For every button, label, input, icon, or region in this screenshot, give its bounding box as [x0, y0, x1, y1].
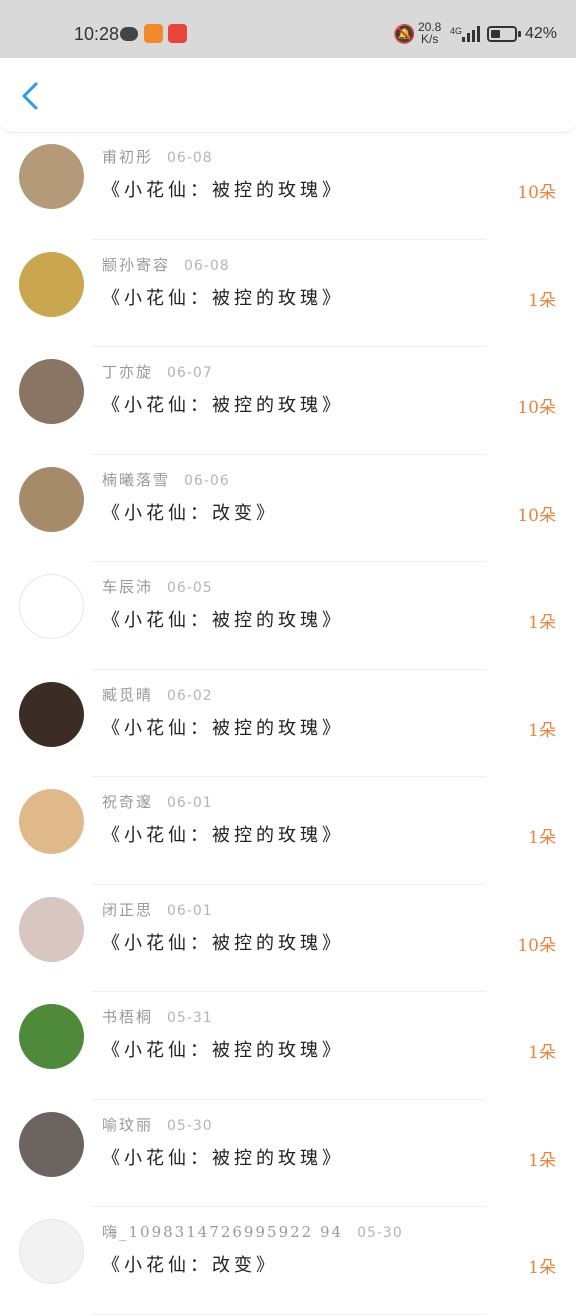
list-item[interactable]: 书梧桐 05-31 《小花仙：被控的玫瑰》 1朵	[0, 992, 576, 1100]
nav-header	[0, 58, 576, 133]
gift-date: 06-02	[167, 687, 213, 704]
status-time: 10:28	[74, 24, 120, 44]
mute-bell-icon: 🔕	[393, 24, 416, 44]
user-name-text: 喻玟丽	[102, 1115, 154, 1134]
signal-icon	[462, 26, 480, 42]
user-name: 喻玟丽 05-30	[102, 1114, 213, 1135]
avatar[interactable]	[19, 144, 84, 209]
avatar[interactable]	[19, 1219, 84, 1284]
list-item[interactable]: 嗨_1098314726995922 94 05-30 《小花仙：改变》 1朵	[0, 1207, 576, 1315]
book-title: 《小花仙：被控的玫瑰》	[102, 395, 344, 416]
user-name-text: 臧觅晴	[102, 685, 154, 704]
gift-date: 05-30	[357, 1225, 403, 1241]
avatar[interactable]	[19, 681, 84, 747]
status-bar: 10:28 🔕 20.8 K/s 4G 42%	[0, 0, 576, 58]
chat-bubble-icon	[120, 27, 138, 41]
list-item[interactable]: 臧觅晴 06-02 《小花仙：被控的玫瑰》 1朵	[0, 670, 576, 777]
book-title: 《小花仙：被控的玫瑰》	[102, 932, 344, 954]
avatar[interactable]	[19, 251, 84, 317]
gift-date: 05-30	[167, 1117, 213, 1134]
gift-date: 05-31	[167, 1010, 213, 1026]
user-name-text: 楠曦落雪	[102, 470, 171, 489]
flower-count: 10朵	[517, 505, 556, 526]
battery-fill	[491, 30, 501, 38]
list-item[interactable]: 车辰沛 06-05 《小花仙：被控的玫瑰》 1朵	[0, 562, 576, 670]
avatar[interactable]	[19, 574, 84, 639]
network-speed: 20.8 K/s	[418, 21, 441, 45]
user-name: 颛孙寄容 06-08	[102, 254, 230, 275]
gift-date: 06-08	[184, 257, 230, 274]
book-title: 《小花仙：被控的玫瑰》	[102, 1040, 344, 1061]
gift-date: 06-06	[184, 472, 230, 489]
gift-date: 06-05	[167, 580, 213, 596]
avatar[interactable]	[19, 1111, 84, 1177]
book-title: 《小花仙：被控的玫瑰》	[102, 825, 344, 846]
book-title: 《小花仙：被控的玫瑰》	[102, 180, 344, 201]
user-name: 丁亦旋 06-07	[102, 361, 213, 382]
user-name: 闭正思 06-01	[102, 899, 213, 920]
video-app-icon	[144, 24, 163, 43]
user-name: 臧觅晴 06-02	[102, 684, 213, 705]
user-name-text: 车辰沛	[102, 578, 154, 596]
flower-count: 1朵	[528, 1150, 556, 1171]
user-name: 甫初彤 06-08	[102, 146, 213, 167]
gift-record-list: 甫初彤 06-08 《小花仙：被控的玫瑰》 10朵 颛孙寄容 06-08 《小花仙：被控的玫…	[0, 132, 576, 1315]
flower-count: 1朵	[528, 290, 556, 311]
back-button[interactable]	[14, 76, 50, 116]
battery-tip	[518, 31, 521, 37]
gift-date: 06-07	[167, 365, 213, 381]
user-name-text: 嗨_1098314726995922 94	[102, 1223, 344, 1241]
avatar[interactable]	[19, 896, 84, 962]
list-item[interactable]: 祝奇邃 06-01 《小花仙：被控的玫瑰》 1朵	[0, 777, 576, 885]
list-item[interactable]: 楠曦落雪 06-06 《小花仙：改变》 10朵	[0, 455, 576, 562]
flower-count: 10朵	[517, 183, 556, 203]
user-name-text: 书梧桐	[102, 1008, 154, 1026]
flower-count: 1朵	[528, 613, 556, 633]
user-name: 书梧桐 05-31	[102, 1006, 213, 1027]
flower-count: 1朵	[528, 1043, 556, 1063]
avatar[interactable]	[19, 359, 84, 424]
divider	[92, 1313, 486, 1315]
gift-date: 06-08	[167, 150, 213, 166]
flower-count: 10朵	[517, 935, 556, 956]
user-name-text: 甫初彤	[102, 148, 154, 166]
book-title: 《小花仙：被控的玫瑰》	[102, 717, 344, 739]
book-title: 《小花仙：被控的玫瑰》	[102, 287, 344, 309]
list-item[interactable]: 闭正思 06-01 《小花仙：被控的玫瑰》 10朵	[0, 885, 576, 992]
user-name-text: 丁亦旋	[102, 363, 154, 381]
book-title: 《小花仙：被控的玫瑰》	[102, 1147, 344, 1169]
avatar[interactable]	[19, 789, 84, 854]
flower-count: 1朵	[528, 828, 556, 848]
user-name-text: 祝奇邃	[102, 793, 154, 811]
flower-count: 1朵	[528, 720, 556, 741]
battery-icon	[487, 26, 517, 42]
battery-percent: 42%	[525, 25, 558, 42]
reader-app-icon	[168, 24, 187, 43]
user-name-text: 颛孙寄容	[102, 255, 171, 274]
chevron-left-icon	[22, 82, 38, 110]
list-item[interactable]: 颛孙寄容 06-08 《小花仙：被控的玫瑰》 1朵	[0, 240, 576, 347]
book-title: 《小花仙：改变》	[102, 1255, 278, 1276]
gift-date: 06-01	[167, 902, 213, 919]
speed-unit: K/s	[421, 32, 439, 46]
user-name: 楠曦落雪 06-06	[102, 469, 230, 490]
book-title: 《小花仙：被控的玫瑰》	[102, 610, 344, 631]
user-name-text: 闭正思	[102, 900, 154, 919]
user-name: 嗨_1098314726995922 94 05-30	[102, 1221, 403, 1242]
list-item[interactable]: 丁亦旋 06-07 《小花仙：被控的玫瑰》 10朵	[0, 347, 576, 455]
flower-count: 10朵	[517, 398, 556, 418]
avatar[interactable]	[19, 1004, 84, 1069]
network-type: 4G	[450, 26, 463, 36]
list-item[interactable]: 甫初彤 06-08 《小花仙：被控的玫瑰》 10朵	[0, 132, 576, 240]
flower-count: 1朵	[528, 1258, 556, 1278]
user-name: 车辰沛 06-05	[102, 576, 213, 597]
list-item[interactable]: 喻玟丽 05-30 《小花仙：被控的玫瑰》 1朵	[0, 1100, 576, 1207]
avatar[interactable]	[19, 466, 84, 532]
book-title: 《小花仙：改变》	[102, 502, 278, 524]
user-name: 祝奇邃 06-01	[102, 791, 213, 812]
gift-date: 06-01	[167, 795, 213, 811]
